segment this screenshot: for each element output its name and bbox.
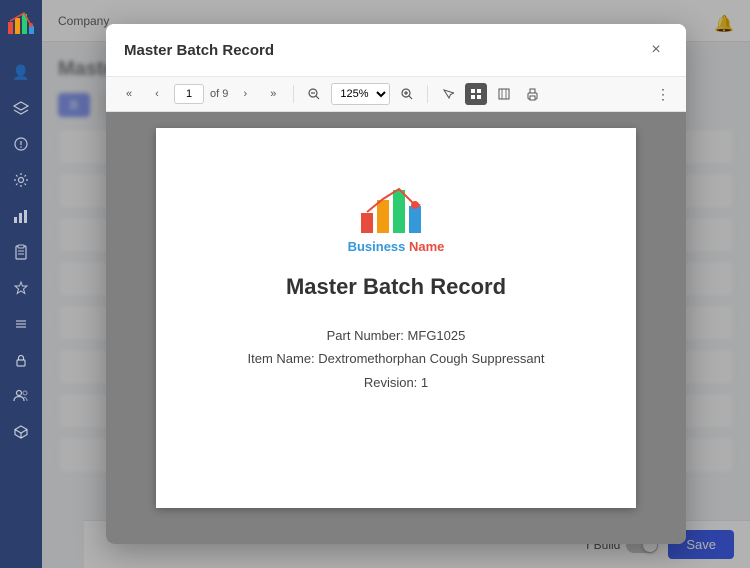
revision-label: Revision: bbox=[364, 375, 417, 390]
item-name-row: Item Name: Dextromethorphan Cough Suppre… bbox=[247, 347, 544, 370]
separator-1 bbox=[293, 85, 294, 103]
revision-row: Revision: 1 bbox=[247, 371, 544, 394]
business-name-red: Name bbox=[409, 239, 444, 254]
pdf-toolbar: « ‹ of 9 › » 125% 100% 75% 50% bbox=[106, 77, 686, 112]
lock-icon[interactable] bbox=[7, 346, 35, 374]
person-icon[interactable]: 👤 bbox=[7, 58, 35, 86]
app-logo[interactable] bbox=[6, 8, 36, 38]
pdf-nav-last[interactable]: » bbox=[262, 83, 284, 105]
modal: Master Batch Record × « ‹ of 9 › » 125% … bbox=[106, 24, 686, 544]
logo-area: Business Name bbox=[348, 168, 445, 254]
modal-overlay: Master Batch Record × « ‹ of 9 › » 125% … bbox=[42, 0, 750, 568]
main-content: Company 🔔 Master Batch Record B P bbox=[42, 0, 750, 568]
document-title: Master Batch Record bbox=[286, 274, 506, 300]
pdf-nav-prev[interactable]: ‹ bbox=[146, 83, 168, 105]
pdf-page-total: of 9 bbox=[210, 88, 228, 100]
modal-close-button[interactable]: × bbox=[644, 38, 668, 62]
business-name-blue: Business bbox=[348, 239, 409, 254]
settings-icon[interactable] bbox=[7, 166, 35, 194]
sidebar: 👤 bbox=[0, 0, 42, 568]
document-fields: Part Number: MFG1025 Item Name: Dextrome… bbox=[247, 324, 544, 394]
pdf-zoom-in[interactable] bbox=[396, 83, 418, 105]
layers-icon[interactable] bbox=[7, 94, 35, 122]
item-name-value: Dextromethorphan Cough Suppressant bbox=[318, 351, 544, 366]
pdf-select-tool[interactable] bbox=[437, 83, 459, 105]
pdf-nav-first[interactable]: « bbox=[118, 83, 140, 105]
part-number-label: Part Number: bbox=[327, 328, 404, 343]
star-icon[interactable] bbox=[7, 274, 35, 302]
pdf-zoom-fit[interactable] bbox=[493, 83, 515, 105]
pdf-view-mode[interactable] bbox=[465, 83, 487, 105]
pdf-more-menu[interactable]: ⋮ bbox=[652, 83, 674, 105]
pdf-zoom-out[interactable] bbox=[303, 83, 325, 105]
clipboard-icon[interactable] bbox=[7, 238, 35, 266]
box-icon[interactable] bbox=[7, 418, 35, 446]
alert-icon[interactable] bbox=[7, 130, 35, 158]
pdf-nav-next[interactable]: › bbox=[234, 83, 256, 105]
modal-header: Master Batch Record × bbox=[106, 24, 686, 77]
modal-title: Master Batch Record bbox=[124, 42, 274, 59]
part-number-value: MFG1025 bbox=[408, 328, 466, 343]
revision-value: 1 bbox=[421, 375, 428, 390]
pdf-zoom-select[interactable]: 125% 100% 75% 50% bbox=[331, 83, 390, 105]
part-number-row: Part Number: MFG1025 bbox=[247, 324, 544, 347]
list-icon[interactable] bbox=[7, 310, 35, 338]
pdf-print[interactable] bbox=[521, 83, 543, 105]
item-name-label: Item Name: bbox=[247, 351, 314, 366]
business-name: Business Name bbox=[348, 239, 445, 254]
pdf-content-area: Business Name Master Batch Record Part N… bbox=[106, 112, 686, 544]
separator-2 bbox=[427, 85, 428, 103]
chart-icon[interactable] bbox=[7, 202, 35, 230]
business-logo-svg bbox=[351, 168, 441, 243]
pdf-page: Business Name Master Batch Record Part N… bbox=[156, 128, 636, 508]
users-icon[interactable] bbox=[7, 382, 35, 410]
pdf-page-input[interactable] bbox=[174, 84, 204, 104]
